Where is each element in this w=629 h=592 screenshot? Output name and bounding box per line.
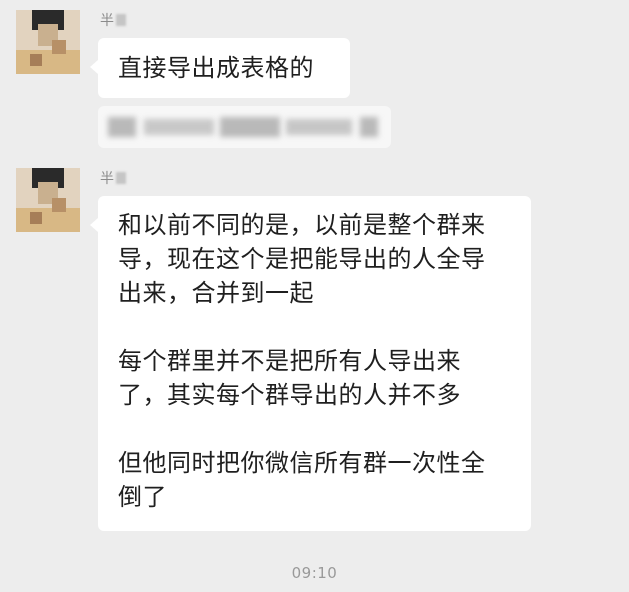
message-text-1: 直接导出成表格的 <box>118 54 314 82</box>
sender-name: 半 <box>100 170 126 188</box>
sender-avatar[interactable] <box>16 168 80 232</box>
message-line: 导，现在这个是把能导出的人全导 <box>118 245 486 273</box>
blurred-name-suffix <box>116 14 126 26</box>
message-bubble-1[interactable]: 直接导出成表格的 <box>90 38 350 98</box>
sender-name: 半 <box>100 12 126 30</box>
message-timestamp: 09:10 <box>291 564 338 582</box>
message-line: 每个群里并不是把所有人导出来 <box>118 347 461 375</box>
message-text-2: 和以前不同的是，以前是整个群来 导，现在这个是把能导出的人全导 出来，合并到一起… <box>118 208 486 514</box>
message-line: 和以前不同的是，以前是整个群来 <box>118 211 486 239</box>
message-line: 倒了 <box>118 483 167 511</box>
blurred-link-bubble[interactable] <box>98 106 391 148</box>
message-line: 出来，合并到一起 <box>118 279 314 307</box>
sender-avatar[interactable] <box>16 10 80 74</box>
blurred-name-suffix <box>116 172 126 184</box>
message-line: 但他同时把你微信所有群一次性全 <box>118 449 486 477</box>
message-bubble-2[interactable]: 和以前不同的是，以前是整个群来 导，现在这个是把能导出的人全导 出来，合并到一起… <box>90 196 531 531</box>
message-line: 了，其实每个群导出的人并不多 <box>118 381 461 409</box>
